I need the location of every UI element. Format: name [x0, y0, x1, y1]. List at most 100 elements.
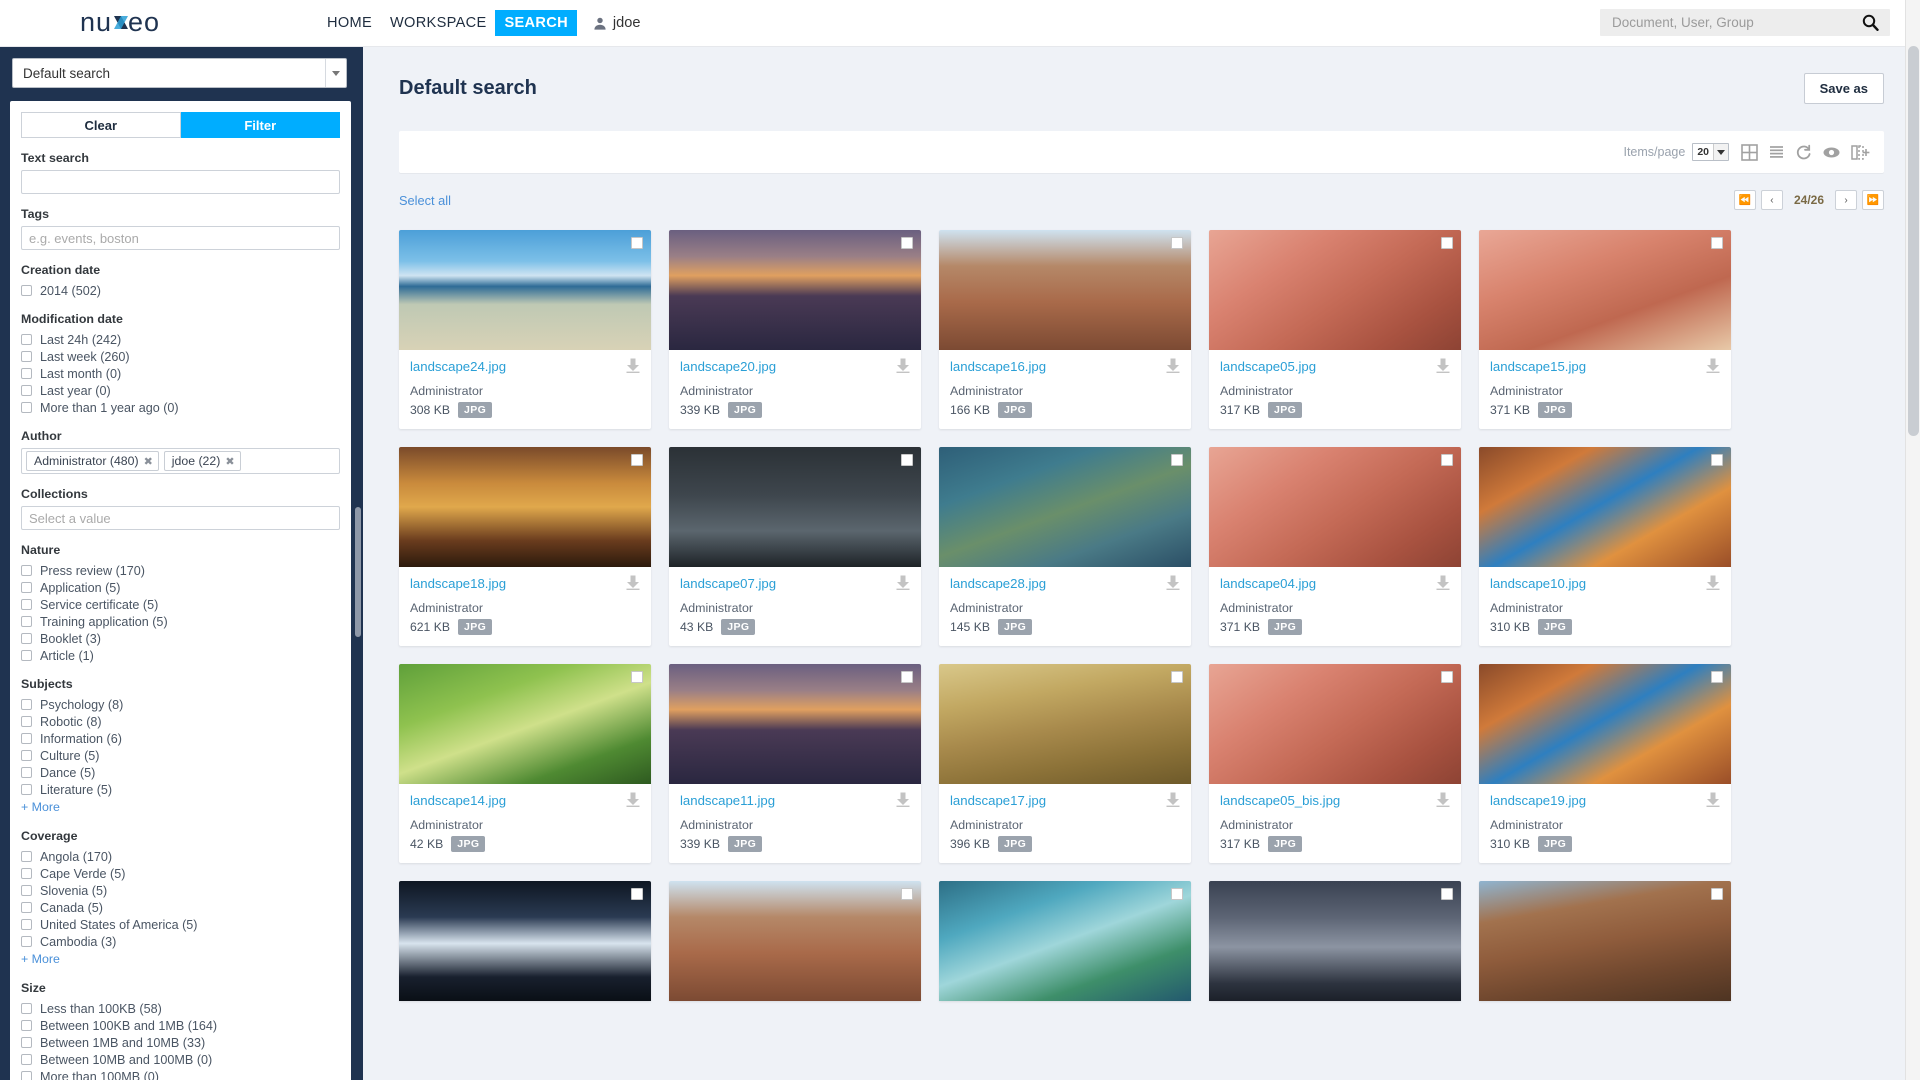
- facet-checkbox-row[interactable]: Robotic (8): [21, 713, 340, 730]
- refresh-icon[interactable]: [1795, 144, 1812, 161]
- download-icon[interactable]: [1166, 575, 1180, 595]
- nav-item-search[interactable]: SEARCH: [495, 10, 577, 36]
- facet-checkbox-row[interactable]: Booklet (3): [21, 630, 340, 647]
- global-search-input[interactable]: [1600, 15, 1862, 30]
- result-card[interactable]: [1209, 881, 1461, 1001]
- checkbox[interactable]: [21, 1020, 32, 1031]
- checkbox[interactable]: [21, 919, 32, 930]
- facet-checkbox-row[interactable]: Dance (5): [21, 764, 340, 781]
- result-thumbnail[interactable]: [399, 447, 651, 567]
- result-card[interactable]: landscape24.jpg Administrator 308 KB JPG: [399, 230, 651, 429]
- result-thumbnail[interactable]: [669, 881, 921, 1001]
- search-icon[interactable]: [1862, 14, 1879, 31]
- download-icon[interactable]: [1166, 358, 1180, 378]
- facet-checkbox-row[interactable]: Between 100KB and 1MB (164): [21, 1017, 340, 1034]
- result-select-checkbox[interactable]: [1171, 237, 1183, 249]
- checkbox[interactable]: [21, 650, 32, 661]
- result-select-checkbox[interactable]: [1171, 888, 1183, 900]
- result-card[interactable]: [399, 881, 651, 1001]
- facet-checkbox-row[interactable]: More than 100MB (0): [21, 1068, 340, 1080]
- result-filename-link[interactable]: landscape04.jpg: [1220, 576, 1316, 591]
- result-filename-link[interactable]: landscape18.jpg: [410, 576, 506, 591]
- download-icon[interactable]: [896, 575, 910, 595]
- preview-icon[interactable]: [1822, 144, 1841, 161]
- chevron-down-icon[interactable]: [1713, 144, 1728, 160]
- checkbox[interactable]: [21, 285, 32, 296]
- facet-checkbox-row[interactable]: Between 10MB and 100MB (0): [21, 1051, 340, 1068]
- checkbox[interactable]: [21, 784, 32, 795]
- facet-checkbox-row[interactable]: More than 1 year ago (0): [21, 399, 340, 416]
- result-card[interactable]: landscape16.jpg Administrator 166 KB JPG: [939, 230, 1191, 429]
- pagination-prev-button[interactable]: ‹: [1760, 190, 1783, 210]
- result-card[interactable]: landscape15.jpg Administrator 371 KB JPG: [1479, 230, 1731, 429]
- remove-token-icon[interactable]: ✖: [225, 455, 234, 468]
- facet-checkbox-row[interactable]: Last month (0): [21, 365, 340, 382]
- result-select-checkbox[interactable]: [1441, 237, 1453, 249]
- download-icon[interactable]: [1706, 358, 1720, 378]
- result-filename-link[interactable]: landscape28.jpg: [950, 576, 1046, 591]
- saved-search-select[interactable]: Default search: [12, 58, 347, 88]
- facet-input-text-search[interactable]: [21, 170, 340, 194]
- checkbox[interactable]: [21, 633, 32, 644]
- facet-checkbox-row[interactable]: Service certificate (5): [21, 596, 340, 613]
- result-thumbnail[interactable]: [1209, 664, 1461, 784]
- facet-more-link[interactable]: + More: [21, 800, 60, 814]
- result-select-checkbox[interactable]: [1711, 237, 1723, 249]
- checkbox[interactable]: [21, 1037, 32, 1048]
- result-select-checkbox[interactable]: [901, 888, 913, 900]
- clear-button[interactable]: Clear: [21, 112, 181, 138]
- checkbox[interactable]: [21, 385, 32, 396]
- result-card[interactable]: landscape05_bis.jpg Administrator 317 KB JP…: [1209, 664, 1461, 863]
- result-thumbnail[interactable]: [1479, 447, 1731, 567]
- checkbox[interactable]: [21, 582, 32, 593]
- result-filename-link[interactable]: landscape15.jpg: [1490, 359, 1586, 374]
- facet-checkbox-row[interactable]: Application (5): [21, 579, 340, 596]
- download-icon[interactable]: [1436, 575, 1450, 595]
- result-filename-link[interactable]: landscape14.jpg: [410, 793, 506, 808]
- list-view-icon[interactable]: [1768, 144, 1785, 161]
- items-per-page-select[interactable]: 20: [1692, 143, 1729, 161]
- pagination-last-button[interactable]: ⏩: [1862, 190, 1884, 210]
- facet-checkbox-row[interactable]: Cape Verde (5): [21, 865, 340, 882]
- nav-item-workspace[interactable]: WORKSPACE: [381, 10, 496, 36]
- result-card[interactable]: landscape28.jpg Administrator 145 KB JPG: [939, 447, 1191, 646]
- checkbox[interactable]: [21, 1003, 32, 1014]
- result-select-checkbox[interactable]: [631, 454, 643, 466]
- facet-checkbox-row[interactable]: Less than 100KB (58): [21, 1000, 340, 1017]
- result-card[interactable]: landscape11.jpg Administrator 339 KB JPG: [669, 664, 921, 863]
- result-filename-link[interactable]: landscape05_bis.jpg: [1220, 793, 1340, 808]
- result-filename-link[interactable]: landscape19.jpg: [1490, 793, 1586, 808]
- checkbox[interactable]: [21, 616, 32, 627]
- checkbox[interactable]: [21, 851, 32, 862]
- result-thumbnail[interactable]: [939, 881, 1191, 1001]
- result-thumbnail[interactable]: [1209, 230, 1461, 350]
- result-card[interactable]: [669, 881, 921, 1001]
- facet-checkbox-row[interactable]: Article (1): [21, 647, 340, 664]
- page-scrollbar-thumb[interactable]: [1908, 46, 1919, 436]
- result-select-checkbox[interactable]: [901, 454, 913, 466]
- result-thumbnail[interactable]: [399, 881, 651, 1001]
- result-filename-link[interactable]: landscape10.jpg: [1490, 576, 1586, 591]
- result-filename-link[interactable]: landscape11.jpg: [680, 793, 775, 808]
- result-thumbnail[interactable]: [939, 447, 1191, 567]
- checkbox[interactable]: [21, 1071, 32, 1080]
- result-filename-link[interactable]: landscape07.jpg: [680, 576, 776, 591]
- result-select-checkbox[interactable]: [901, 237, 913, 249]
- facet-checkbox-row[interactable]: Press review (170): [21, 562, 340, 579]
- result-card[interactable]: landscape07.jpg Administrator 43 KB JPG: [669, 447, 921, 646]
- result-select-checkbox[interactable]: [1441, 888, 1453, 900]
- download-icon[interactable]: [1706, 575, 1720, 595]
- result-select-checkbox[interactable]: [1711, 454, 1723, 466]
- result-select-checkbox[interactable]: [631, 671, 643, 683]
- chevron-down-icon[interactable]: [325, 59, 346, 87]
- result-thumbnail[interactable]: [399, 664, 651, 784]
- result-filename-link[interactable]: landscape24.jpg: [410, 359, 506, 374]
- result-card[interactable]: landscape14.jpg Administrator 42 KB JPG: [399, 664, 651, 863]
- result-card[interactable]: [939, 881, 1191, 1001]
- result-card[interactable]: [1479, 881, 1731, 1001]
- result-card[interactable]: landscape19.jpg Administrator 310 KB JPG: [1479, 664, 1731, 863]
- facet-token-box[interactable]: Administrator (480) ✖ jdoe (22) ✖: [21, 448, 340, 474]
- checkbox[interactable]: [21, 868, 32, 879]
- nav-item-home[interactable]: HOME: [318, 10, 381, 36]
- checkbox[interactable]: [21, 599, 32, 610]
